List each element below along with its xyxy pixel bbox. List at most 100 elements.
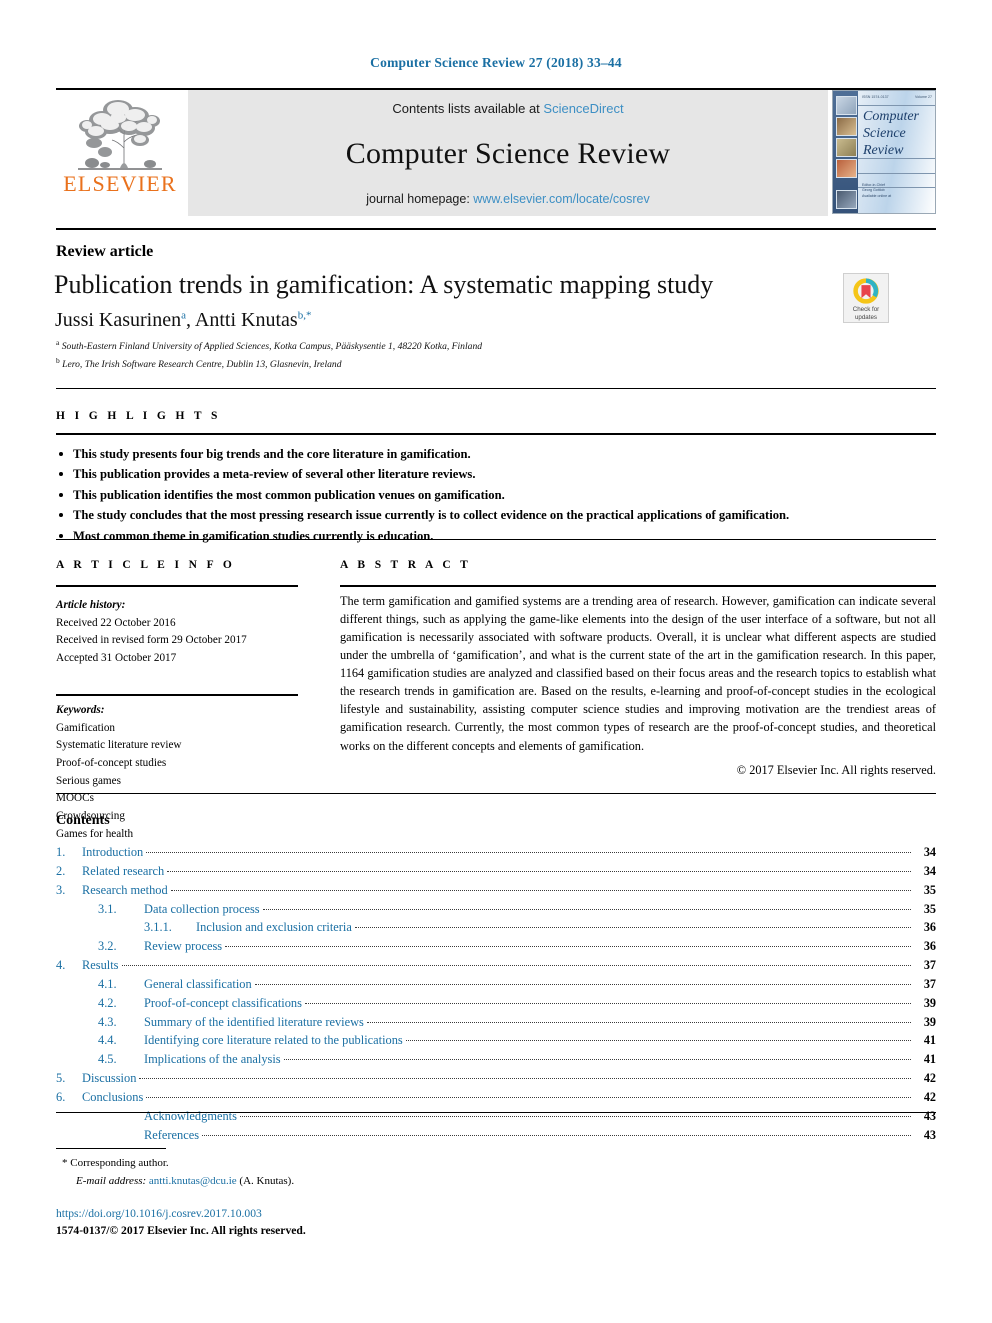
crossmark-label-line1: Check for [852, 306, 880, 313]
article-info-column: Article history: Received 22 October 201… [56, 597, 298, 668]
toc-label[interactable]: Introduction [82, 843, 143, 862]
footnote-block: * Corresponding author. E-mail address: … [62, 1155, 294, 1190]
toc-entry[interactable]: 3. Research method 35 [56, 881, 936, 900]
article-history-item: Received in revised form 29 October 2017 [56, 634, 247, 647]
toc-page: 43 [923, 1127, 936, 1142]
journal-masthead: ELSEVIER Contents lists available at Sci… [56, 88, 936, 216]
toc-entry[interactable]: 4.1. General classification 37 [56, 975, 936, 994]
toc-entry[interactable]: 3.1. Data collection process 35 [56, 900, 936, 919]
toc-entry[interactable]: 2. Related research 34 [56, 862, 936, 881]
cover-volume: Volume 27 [915, 95, 932, 99]
list-item: Most common theme in gamification studie… [56, 526, 936, 546]
article-history-heading: Article history: [56, 599, 126, 611]
affiliation-b: b Lero, The Irish Software Research Cent… [56, 355, 482, 373]
cover-thumb-3 [836, 138, 857, 157]
issn-copyright-line: 1574-0137/© 2017 Elsevier Inc. All right… [56, 1224, 306, 1238]
toc-label[interactable]: Inclusion and exclusion criteria [196, 918, 352, 937]
toc-label[interactable]: Proof-of-concept classifications [144, 994, 302, 1013]
toc-entry[interactable]: 4.3. Summary of the identified literature… [56, 1013, 936, 1032]
crossmark-label-line2: updates [854, 313, 877, 321]
doi-block: https://doi.org/10.1016/j.cosrev.2017.10… [56, 1205, 306, 1240]
toc-label[interactable]: Results [82, 956, 119, 975]
affiliation-b-mark: b [56, 356, 60, 366]
page-title: Publication trends in gamification: A sy… [54, 270, 714, 299]
email-link[interactable]: antti.knutas@dcu.ie [149, 1175, 237, 1187]
elsevier-tree-icon [78, 100, 162, 170]
keyword-item: Gamification [56, 721, 116, 734]
article-history-item: Received 22 October 2016 [56, 616, 176, 629]
info-top-rule [56, 539, 936, 540]
toc-entry[interactable]: 6. Conclusions 42 [56, 1088, 936, 1107]
toc-leader [121, 965, 911, 967]
affiliation-a-text: South-Eastern Finland University of Appl… [61, 341, 483, 353]
corresponding-author-star: * [62, 1157, 68, 1169]
toc-number: 2. [56, 863, 66, 878]
cover-title-line1: Computer [863, 109, 919, 124]
toc-label[interactable]: Data collection process [144, 900, 260, 919]
cover-thumb-1 [836, 96, 857, 115]
author-list: Jussi Kasurinena, Antti Knutasb,* [55, 309, 311, 332]
toc-label[interactable]: Conclusions [82, 1088, 143, 1107]
toc-entry[interactable]: 1. Introduction 34 [56, 843, 936, 862]
toc-label[interactable]: Review process [144, 937, 222, 956]
toc-page: 36 [923, 920, 936, 935]
toc-label[interactable]: Summary of the identified literature rev… [144, 1013, 364, 1032]
sciencedirect-link[interactable]: ScienceDirect [543, 101, 623, 116]
toc-label[interactable]: Related research [82, 862, 164, 881]
cover-top-text: ISSN 1574-0137 Volume 27 [862, 95, 932, 99]
crossmark-label: Check for updates [853, 306, 879, 322]
toc-label[interactable]: Discussion [82, 1069, 136, 1088]
toc-leader [254, 983, 911, 985]
toc-entry[interactable]: 4.4. Identifying core literature related … [56, 1031, 936, 1050]
article-first-page: Computer Science Review 27 (2018) 33–44 [0, 0, 992, 1323]
toc-page: 42 [923, 1071, 936, 1086]
toc-number: 3. [56, 882, 66, 897]
cover-title-line3: Review [863, 143, 904, 159]
highlights-list: This study presents four big trends and … [56, 444, 936, 546]
author-2-name: Antti Knutas [194, 309, 298, 331]
toc-label[interactable]: Acknowledgments [144, 1107, 237, 1126]
toc-number: 4.4. [98, 1033, 117, 1048]
toc-leader [354, 927, 911, 929]
keyword-item: Serious games [56, 774, 121, 787]
toc-entry[interactable]: 3.1.1. Inclusion and exclusion criteria 36 [56, 918, 936, 937]
crossmark-badge[interactable]: Check for updates [843, 273, 889, 323]
journal-cover-thumbnail: ISSN 1574-0137 Volume 27 Computer Scienc… [832, 90, 936, 214]
toc-entry[interactable]: 4. Results 37 [56, 956, 936, 975]
email-note: E-mail address: antti.knutas@dcu.ie (A. … [62, 1173, 294, 1191]
toc-leader [139, 1078, 911, 1080]
toc-entry[interactable]: 3.2. Review process 36 [56, 937, 936, 956]
toc-entry[interactable]: References 43 [56, 1126, 936, 1145]
toc-page: 42 [923, 1089, 936, 1104]
toc-label[interactable]: Research method [82, 881, 168, 900]
toc-page: 34 [923, 845, 936, 859]
corresponding-author-marker[interactable]: * [306, 309, 312, 321]
toc-entry[interactable]: 4.5. Implications of the analysis 41 [56, 1050, 936, 1069]
doi-link[interactable]: https://doi.org/10.1016/j.cosrev.2017.10… [56, 1205, 306, 1222]
crossmark-icon [853, 278, 879, 304]
author-2-mark[interactable]: b, [298, 309, 306, 321]
journal-homepage-prefix: journal homepage: [366, 192, 474, 206]
cover-footer-text: Editor-in-Chief Georg Gottlob Available … [862, 183, 891, 199]
toc-number: 3.1.1. [144, 920, 172, 935]
author-separator: , [186, 309, 195, 331]
toc-entry[interactable]: 4.2. Proof-of-concept classifications 39 [56, 994, 936, 1013]
toc-label[interactable]: References [144, 1126, 199, 1145]
toc-entry[interactable]: Acknowledgments 43 [56, 1107, 936, 1126]
toc-entry[interactable]: 5. Discussion 42 [56, 1069, 936, 1088]
toc-page: 35 [923, 882, 936, 897]
toc-leader [167, 870, 911, 872]
masthead-bottom-rule [56, 228, 936, 231]
toc-number: 4. [56, 958, 66, 973]
elsevier-wordmark: ELSEVIER [63, 171, 177, 196]
cover-foot-line3: Available online at [862, 193, 892, 198]
toc-number: 3.1. [98, 901, 117, 916]
contents-available-line: Contents lists available at ScienceDirec… [392, 101, 623, 116]
toc-label[interactable]: Identifying core literature related to t… [144, 1031, 403, 1050]
journal-homepage-link[interactable]: www.elsevier.com/locate/cosrev [473, 192, 649, 206]
toc-label[interactable]: Implications of the analysis [144, 1050, 281, 1069]
toc-leader [202, 1134, 911, 1136]
toc-label[interactable]: General classification [144, 975, 252, 994]
highlights-heading: H I G H L I G H T S [56, 410, 221, 422]
toc-number: 4.5. [98, 1052, 117, 1067]
